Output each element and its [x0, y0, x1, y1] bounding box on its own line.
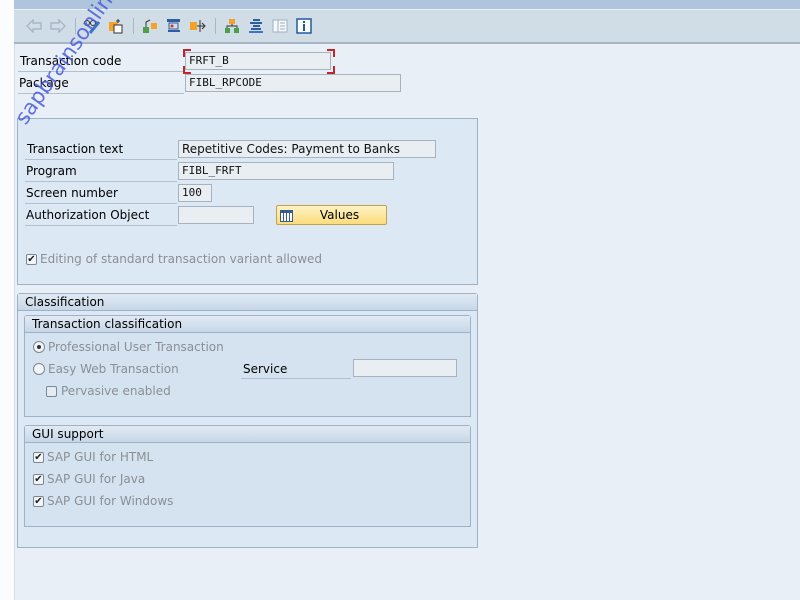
label-underline [25, 225, 177, 226]
toolbar-separator [133, 18, 134, 34]
gui-java-checkbox[interactable]: ✔ [33, 474, 44, 485]
toolbar-separator [215, 18, 216, 34]
gui-html-checkbox[interactable]: ✔ [33, 452, 44, 463]
left-border [0, 0, 15, 600]
gui-support-header: GUI support [25, 426, 470, 443]
label-underline [25, 181, 177, 182]
transaction-code-field[interactable]: FRFT_B [185, 52, 331, 70]
label-underline [241, 378, 351, 379]
authorization-object-label: Authorization Object [26, 208, 150, 222]
application-toolbar [14, 9, 800, 44]
transaction-classification-header: Transaction classification [25, 316, 470, 333]
navigate-icon[interactable] [188, 16, 208, 36]
label-underline [25, 203, 177, 204]
gui-windows-label: SAP GUI for Windows [47, 494, 174, 508]
transaction-text-field[interactable]: Repetitive Codes: Payment to Banks [178, 140, 436, 158]
package-field[interactable]: FIBL_RPCODE [185, 74, 401, 92]
focus-corner [327, 49, 335, 57]
layout-icon[interactable] [270, 16, 290, 36]
info-icon[interactable] [294, 16, 314, 36]
service-field[interactable] [353, 359, 457, 377]
screen-number-label: Screen number [26, 186, 118, 200]
forward-icon[interactable] [48, 16, 68, 36]
classification-header: Classification [18, 294, 477, 311]
gui-windows-checkbox[interactable]: ✔ [33, 496, 44, 507]
values-button[interactable]: Values [276, 205, 387, 225]
program-field[interactable]: FIBL_FRFT [178, 162, 394, 180]
title-bar [14, 0, 800, 9]
easy-web-label: Easy Web Transaction [48, 362, 179, 376]
display-object-list-icon[interactable] [164, 16, 184, 36]
professional-user-radio[interactable] [33, 341, 45, 353]
program-label: Program [26, 164, 77, 178]
pervasive-enabled-checkbox[interactable] [46, 386, 57, 397]
professional-user-label: Professional User Transaction [48, 340, 224, 354]
service-label: Service [243, 362, 288, 376]
hierarchy-icon[interactable] [222, 16, 242, 36]
pervasive-enabled-label: Pervasive enabled [61, 384, 171, 398]
screen-number-field[interactable]: 100 [178, 184, 212, 202]
label-underline [25, 159, 177, 160]
table-icon [280, 209, 293, 227]
focus-corner [183, 49, 191, 57]
editing-allowed-label: Editing of standard transaction variant … [40, 252, 323, 266]
easy-web-radio[interactable] [33, 363, 45, 375]
transaction-text-label: Transaction text [27, 142, 124, 156]
text-align-icon[interactable] [246, 16, 266, 36]
focus-corner [327, 66, 335, 74]
authorization-object-field[interactable] [178, 206, 254, 224]
editing-allowed-checkbox[interactable]: ✔ [26, 254, 37, 265]
values-button-label: Values [319, 208, 360, 222]
focus-corner [183, 66, 191, 74]
other-object-icon[interactable] [106, 16, 126, 36]
back-icon[interactable] [24, 16, 44, 36]
where-used-icon[interactable] [140, 16, 160, 36]
gui-html-label: SAP GUI for HTML [47, 450, 154, 464]
gui-java-label: SAP GUI for Java [47, 472, 146, 486]
